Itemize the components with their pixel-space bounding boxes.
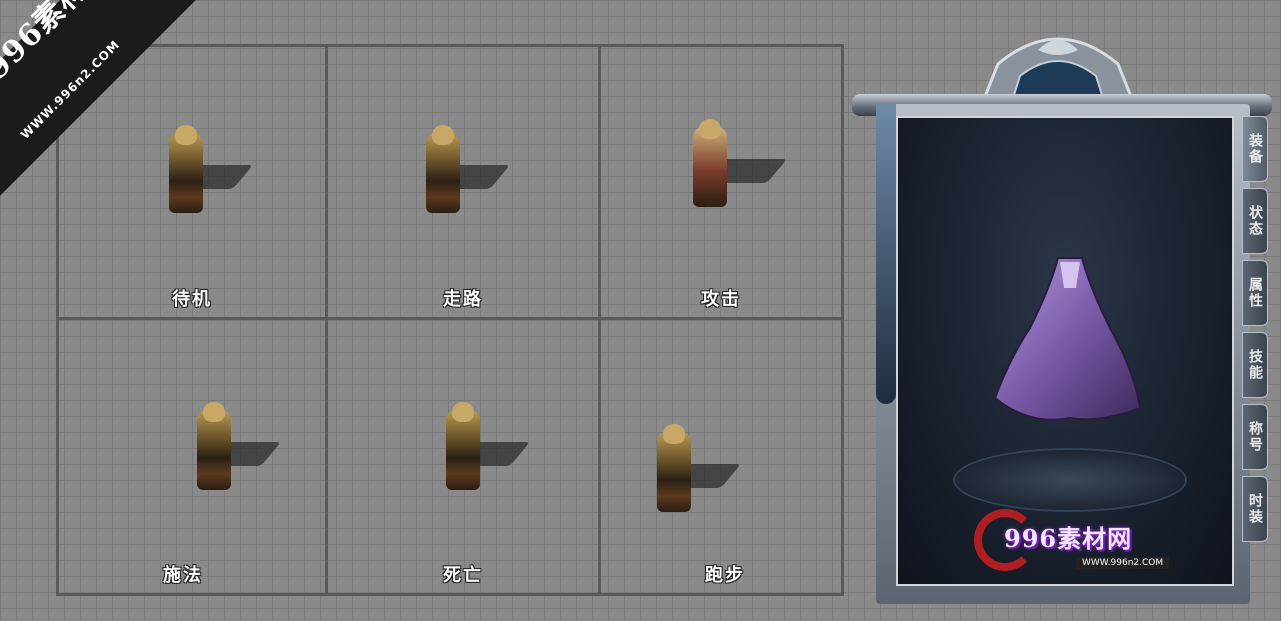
- animation-cell-death[interactable]: 死亡: [328, 320, 601, 593]
- panel-tabs: 装备 状态 属性 技能 称号 时装: [1242, 116, 1272, 548]
- tab-equipment[interactable]: 装备: [1242, 116, 1268, 182]
- animation-label: 待机: [172, 289, 212, 310]
- character-sprite: [436, 402, 531, 497]
- animation-label: 死亡: [443, 565, 483, 586]
- character-sprite: [159, 125, 254, 220]
- animation-cell-run[interactable]: 跑步: [601, 320, 841, 593]
- tab-titles[interactable]: 称号: [1242, 404, 1268, 470]
- character-sprite: [647, 424, 742, 519]
- character-sprite: [683, 119, 788, 214]
- animation-grid: 待机 走路 攻击 施法 死亡 跑步: [56, 44, 844, 596]
- tab-attributes[interactable]: 属性: [1242, 260, 1268, 326]
- character-sprite: [187, 402, 282, 497]
- logo-text: 996素材网: [1004, 524, 1133, 553]
- tab-status[interactable]: 状态: [1242, 188, 1268, 254]
- tab-fashion[interactable]: 时装: [1242, 476, 1268, 542]
- animation-cell-walk[interactable]: 走路: [328, 47, 601, 320]
- brand-logo: 996素材网 WWW.996n2.COM: [966, 503, 1186, 583]
- tab-skills[interactable]: 技能: [1242, 332, 1268, 398]
- animation-label: 攻击: [701, 289, 741, 310]
- logo-url: WWW.996n2.COM: [1076, 557, 1170, 569]
- equipment-panel: 996素材网 WWW.996n2.COM: [852, 24, 1272, 606]
- animation-label: 走路: [443, 289, 483, 310]
- animation-cell-idle[interactable]: 待机: [59, 47, 328, 320]
- panel-side-banner: [876, 104, 896, 404]
- equipment-display: 996素材网 WWW.996n2.COM: [896, 116, 1234, 586]
- cloak-item-icon[interactable]: [970, 248, 1170, 448]
- character-sprite: [416, 125, 511, 220]
- animation-cell-attack[interactable]: 攻击: [601, 47, 841, 320]
- animation-cell-cast[interactable]: 施法: [59, 320, 328, 593]
